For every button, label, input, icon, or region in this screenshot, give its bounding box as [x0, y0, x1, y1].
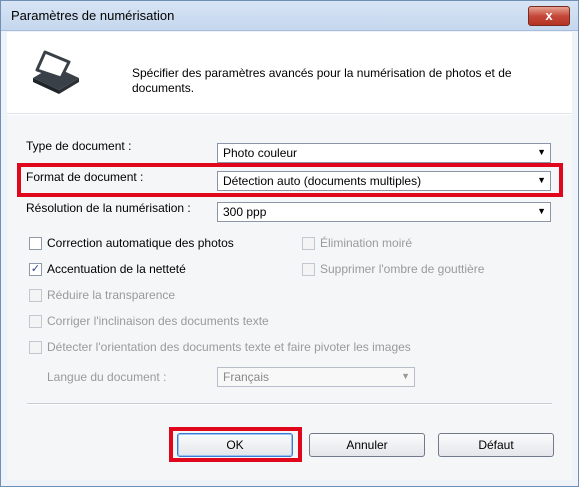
descreen-checkbox[interactable]: Élimination moiré	[302, 236, 412, 250]
dialog-client-area: Spécifier des paramètres avancés pour la…	[7, 32, 572, 480]
defaults-button[interactable]: Défaut	[438, 433, 554, 457]
resolution-value: 300 ppp	[223, 205, 267, 219]
defaults-label: Défaut	[478, 438, 514, 452]
title-bar[interactable]: Paramètres de numérisation x	[1, 1, 578, 31]
chevron-down-icon: ▼	[401, 371, 410, 381]
scanner-icon	[33, 50, 79, 94]
ok-label: OK	[226, 438, 244, 452]
checkbox-box	[302, 236, 315, 250]
checkbox-box	[302, 262, 315, 276]
checkbox-box	[29, 340, 42, 354]
reduce-show-through-label: Réduire la transparence	[47, 288, 176, 302]
cancel-button[interactable]: Annuler	[309, 433, 425, 457]
scan-settings-dialog: Paramètres de numérisation x Spécifier d…	[0, 0, 579, 487]
doc-type-label: Type de document :	[26, 139, 132, 153]
auto-photo-fix-checkbox[interactable]: Correction automatique des photos	[29, 236, 234, 250]
chevron-down-icon: ▼	[537, 175, 546, 185]
doc-format-select[interactable]: Détection auto (documents multiples) ▼	[217, 171, 551, 191]
chevron-down-icon: ▼	[537, 206, 546, 216]
header-description: Spécifier des paramètres avancés pour la…	[132, 66, 512, 95]
language-value: Français	[223, 370, 270, 384]
close-button[interactable]: x	[528, 6, 570, 26]
cancel-label: Annuler	[346, 438, 388, 452]
resolution-select[interactable]: 300 ppp ▼	[217, 202, 551, 222]
checkbox-box	[29, 288, 42, 302]
gutter-checkbox[interactable]: Supprimer l'ombre de gouttière	[302, 262, 484, 276]
detect-orientation-checkbox[interactable]: Détecter l'orientation des documents tex…	[29, 340, 411, 354]
correct-slant-label: Corriger l'inclinaison des documents tex…	[47, 314, 269, 328]
language-label: Langue du document :	[47, 370, 167, 384]
dialog-header: Spécifier des paramètres avancés pour la…	[7, 32, 572, 114]
unsharp-checkbox[interactable]: ✓ Accentuation de la netteté	[29, 262, 186, 276]
doc-type-select[interactable]: Photo couleur ▼	[217, 143, 551, 163]
resolution-label: Résolution de la numérisation :	[26, 201, 191, 215]
ok-button[interactable]: OK	[177, 433, 293, 457]
checkbox-box	[29, 236, 42, 250]
correct-slant-checkbox[interactable]: Corriger l'inclinaison des documents tex…	[29, 314, 269, 328]
doc-type-value: Photo couleur	[223, 146, 298, 160]
dialog-title: Paramètres de numérisation	[11, 8, 175, 23]
doc-format-value: Détection auto (documents multiples)	[223, 174, 422, 188]
gutter-label: Supprimer l'ombre de gouttière	[320, 262, 485, 276]
checkbox-box	[29, 314, 42, 328]
language-select[interactable]: Français ▼	[217, 367, 415, 387]
doc-format-label: Format de document :	[26, 170, 144, 184]
reduce-show-through-checkbox[interactable]: Réduire la transparence	[29, 288, 175, 302]
close-icon: x	[545, 8, 553, 23]
separator	[27, 403, 552, 405]
settings-panel: Type de document : Photo couleur ▼ Forma…	[7, 115, 572, 480]
chevron-down-icon: ▼	[537, 147, 546, 157]
auto-photo-fix-label: Correction automatique des photos	[47, 236, 234, 250]
detect-orientation-label: Détecter l'orientation des documents tex…	[47, 340, 411, 354]
checkmark-icon: ✓	[29, 262, 42, 276]
descreen-label: Élimination moiré	[320, 236, 413, 250]
unsharp-label: Accentuation de la netteté	[47, 262, 186, 276]
